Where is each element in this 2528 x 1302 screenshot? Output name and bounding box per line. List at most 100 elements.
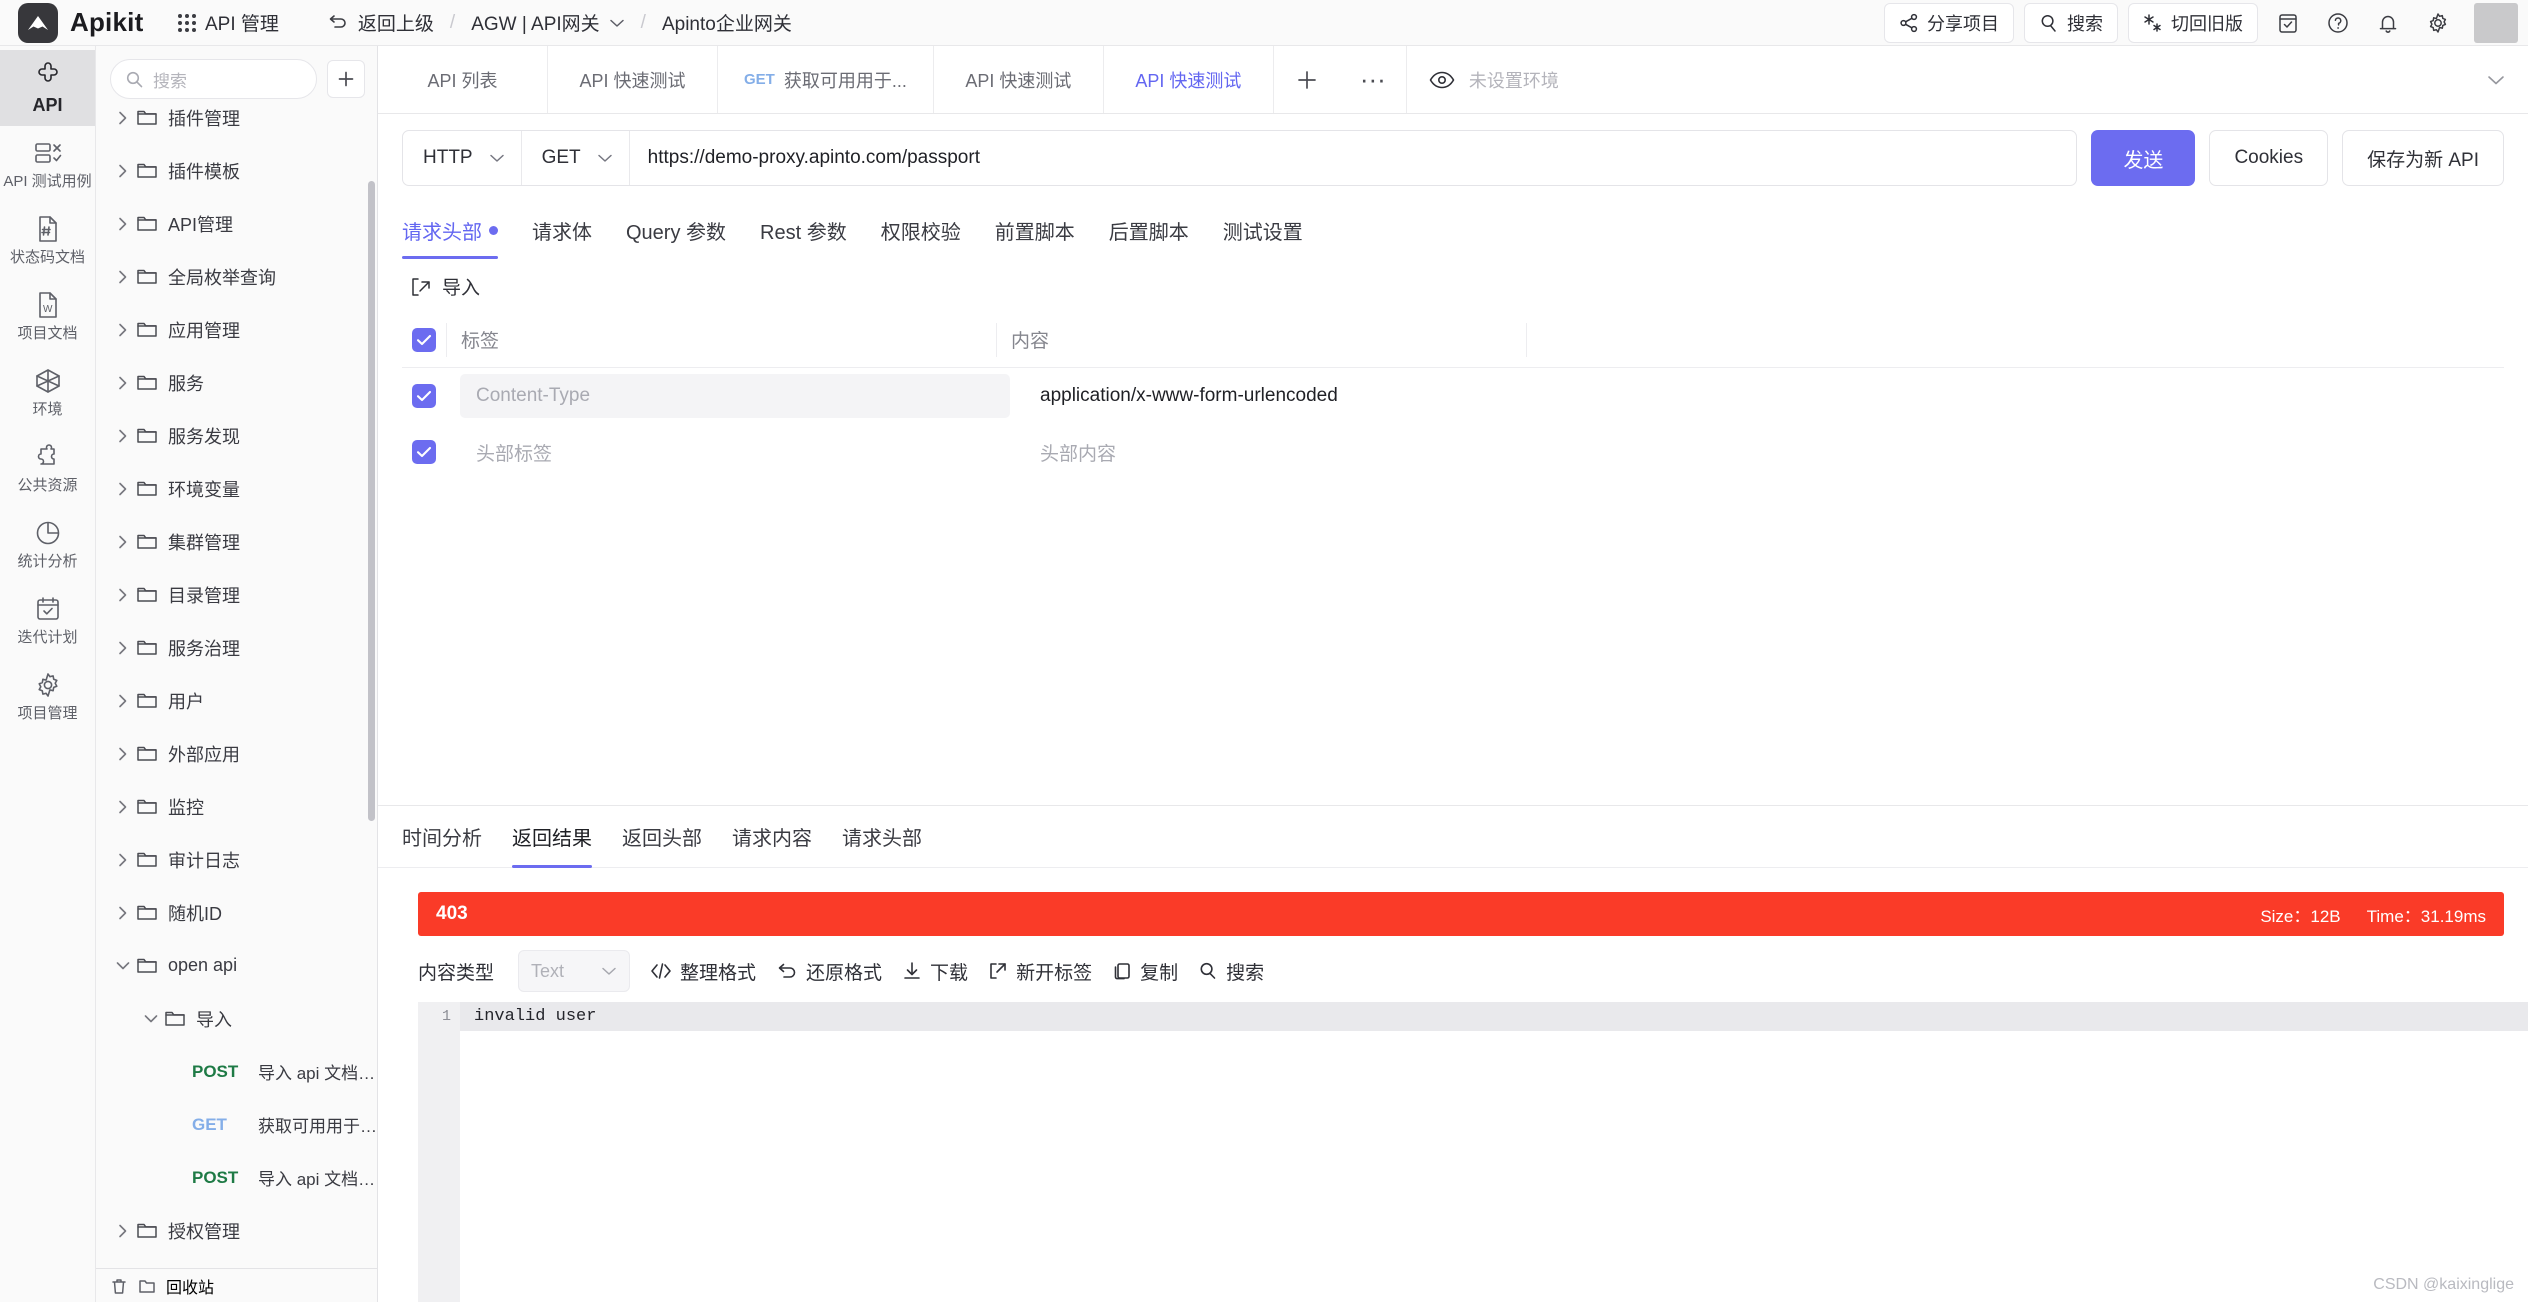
tab-add-button[interactable] xyxy=(1274,46,1340,113)
response-tab-request-body[interactable]: 请求内容 xyxy=(732,806,812,868)
tree-endpoint-20[interactable]: POST 导入 api 文档, js... xyxy=(96,1151,377,1204)
nav-module-api-management[interactable]: API 管理 xyxy=(178,9,279,36)
sidebar-item-statistics[interactable]: 统计分析 xyxy=(0,506,95,582)
tasks-button[interactable] xyxy=(2268,3,2308,43)
chevron-right-icon[interactable] xyxy=(110,428,136,444)
tree-folder-8[interactable]: 集群管理 xyxy=(96,515,377,568)
tab-quick-test-3[interactable]: API 快速测试 xyxy=(1104,46,1274,113)
cookies-button[interactable]: Cookies xyxy=(2209,130,2329,186)
request-tab-pre-script[interactable]: 前置脚本 xyxy=(995,206,1075,259)
chevron-right-icon[interactable] xyxy=(110,587,136,603)
restore-format-button[interactable]: 还原格式 xyxy=(776,958,882,985)
sidebar-item-environment[interactable]: 环境 xyxy=(0,354,95,430)
row-checkbox-cell[interactable] xyxy=(402,384,446,408)
sidebar-item-iteration-plan[interactable]: 迭代计划 xyxy=(0,582,95,658)
header-value-input[interactable]: 头部内容 xyxy=(1010,439,2504,466)
sidebar-item-status-code-doc[interactable]: 状态码文档 xyxy=(0,202,95,278)
download-button[interactable]: 下载 xyxy=(902,958,968,985)
tree-folder-3[interactable]: 全局枚举查询 xyxy=(96,250,377,303)
request-tab-test-settings[interactable]: 测试设置 xyxy=(1223,206,1303,259)
new-tab-button[interactable]: 新开标签 xyxy=(988,958,1092,985)
tree-scrollbar[interactable] xyxy=(368,181,375,821)
request-tab-query-params[interactable]: Query 参数 xyxy=(626,206,726,259)
request-tab-auth[interactable]: 权限校验 xyxy=(881,206,961,259)
tree-scroll[interactable]: 插件管理 插件模板 API管理 全局枚举查询 应用管理 服务 服务发现 环境变量 集群管理 目录管… xyxy=(96,109,377,1268)
chevron-right-icon[interactable] xyxy=(110,481,136,497)
tab-quick-test-1[interactable]: API 快速测试 xyxy=(548,46,718,113)
sidebar-item-project-doc[interactable]: W 项目文档 xyxy=(0,278,95,354)
header-key-input[interactable]: 头部标签 xyxy=(460,430,1010,474)
tree-folder-7[interactable]: 环境变量 xyxy=(96,462,377,515)
chevron-right-icon[interactable] xyxy=(110,852,136,868)
format-button[interactable]: 整理格式 xyxy=(650,958,756,985)
checkbox-checked-icon[interactable] xyxy=(412,327,436,352)
tree-folder-4[interactable]: 应用管理 xyxy=(96,303,377,356)
sidebar-item-api[interactable]: API xyxy=(0,50,95,126)
chevron-right-icon[interactable] xyxy=(110,1223,136,1239)
share-project-button[interactable]: 分享项目 xyxy=(1884,2,2014,43)
header-key-input[interactable]: Content-Type xyxy=(460,374,1010,418)
table-row[interactable]: 头部标签 头部内容 xyxy=(402,424,2504,480)
switch-old-version-button[interactable]: 切回旧版 xyxy=(2128,2,2258,43)
chevron-right-icon[interactable] xyxy=(110,640,136,656)
send-button[interactable]: 发送 xyxy=(2091,130,2196,186)
request-tab-post-script[interactable]: 后置脚本 xyxy=(1109,206,1189,259)
environment-selector[interactable]: 未设置环境 xyxy=(1407,46,2528,113)
settings-button[interactable] xyxy=(2418,3,2458,43)
chevron-right-icon[interactable] xyxy=(110,110,136,126)
header-value-input[interactable]: application/x-www-form-urlencoded xyxy=(1010,385,2504,407)
chevron-right-icon[interactable] xyxy=(110,534,136,550)
chevron-right-icon[interactable] xyxy=(110,216,136,232)
tree-folder-9[interactable]: 目录管理 xyxy=(96,568,377,621)
tree-folder-14[interactable]: 审计日志 xyxy=(96,833,377,886)
url-input[interactable]: https://demo-proxy.apinto.com/passport xyxy=(630,131,2077,185)
import-button[interactable]: 导入 xyxy=(378,259,2528,306)
breadcrumb-project[interactable]: AGW | API网关 xyxy=(471,9,624,36)
save-as-new-api-button[interactable]: 保存为新 API xyxy=(2342,130,2504,186)
tree-folder-12[interactable]: 外部应用 xyxy=(96,727,377,780)
avatar[interactable] xyxy=(2474,2,2518,43)
response-tab-timing[interactable]: 时间分析 xyxy=(402,806,482,868)
tree-folder-5[interactable]: 服务 xyxy=(96,356,377,409)
chevron-right-icon[interactable] xyxy=(110,746,136,762)
chevron-down-icon[interactable] xyxy=(138,1012,164,1026)
tab-more-button[interactable]: ··· xyxy=(1340,46,1406,113)
tree-folder-11[interactable]: 用户 xyxy=(96,674,377,727)
tree-folder-10[interactable]: 服务治理 xyxy=(96,621,377,674)
tree-folder-17[interactable]: 导入 xyxy=(96,992,377,1045)
response-tab-result[interactable]: 返回结果 xyxy=(512,806,592,868)
row-checkbox-cell[interactable] xyxy=(402,440,446,464)
help-button[interactable] xyxy=(2318,3,2358,43)
request-tab-rest-params[interactable]: Rest 参数 xyxy=(760,206,847,259)
sidebar-item-test-cases[interactable]: API 测试用例 xyxy=(0,126,95,202)
chevron-right-icon[interactable] xyxy=(110,799,136,815)
response-tab-headers[interactable]: 返回头部 xyxy=(622,806,702,868)
tree-recycle-bin[interactable]: 回收站 xyxy=(96,1268,377,1302)
content-type-select[interactable]: Text xyxy=(518,950,631,992)
chevron-right-icon[interactable] xyxy=(110,269,136,285)
chevron-right-icon[interactable] xyxy=(110,375,136,391)
checkbox-checked-icon[interactable] xyxy=(412,384,436,408)
table-row[interactable]: Content-Type application/x-www-form-urle… xyxy=(402,368,2504,424)
protocol-select[interactable]: HTTP xyxy=(403,131,522,185)
tree-add-button[interactable] xyxy=(327,60,365,98)
tree-endpoint-19[interactable]: GET 获取可用用于导... xyxy=(96,1098,377,1151)
response-body[interactable]: 1 invalid user xyxy=(418,1002,2528,1302)
tree-folder-0[interactable]: 插件管理 xyxy=(96,109,377,144)
chevron-down-icon[interactable] xyxy=(110,959,136,973)
checkbox-checked-icon[interactable] xyxy=(412,440,436,464)
tab-quick-test-2[interactable]: API 快速测试 xyxy=(934,46,1104,113)
tree-endpoint-18[interactable]: POST 导入 api 文档, f... xyxy=(96,1045,377,1098)
tree-folder-13[interactable]: 监控 xyxy=(96,780,377,833)
sidebar-item-public-resources[interactable]: 公共资源 xyxy=(0,430,95,506)
chevron-right-icon[interactable] xyxy=(110,905,136,921)
tree-folder-21[interactable]: 授权管理 xyxy=(96,1204,377,1257)
tree-folder-6[interactable]: 服务发现 xyxy=(96,409,377,462)
request-tab-headers[interactable]: 请求头部 xyxy=(402,206,498,259)
request-tab-body[interactable]: 请求体 xyxy=(532,206,592,259)
response-body-text-area[interactable]: invalid user xyxy=(460,1002,2528,1302)
chevron-right-icon[interactable] xyxy=(110,163,136,179)
tree-folder-2[interactable]: API管理 xyxy=(96,197,377,250)
method-select[interactable]: GET xyxy=(522,131,630,185)
response-tab-request-headers[interactable]: 请求头部 xyxy=(842,806,922,868)
